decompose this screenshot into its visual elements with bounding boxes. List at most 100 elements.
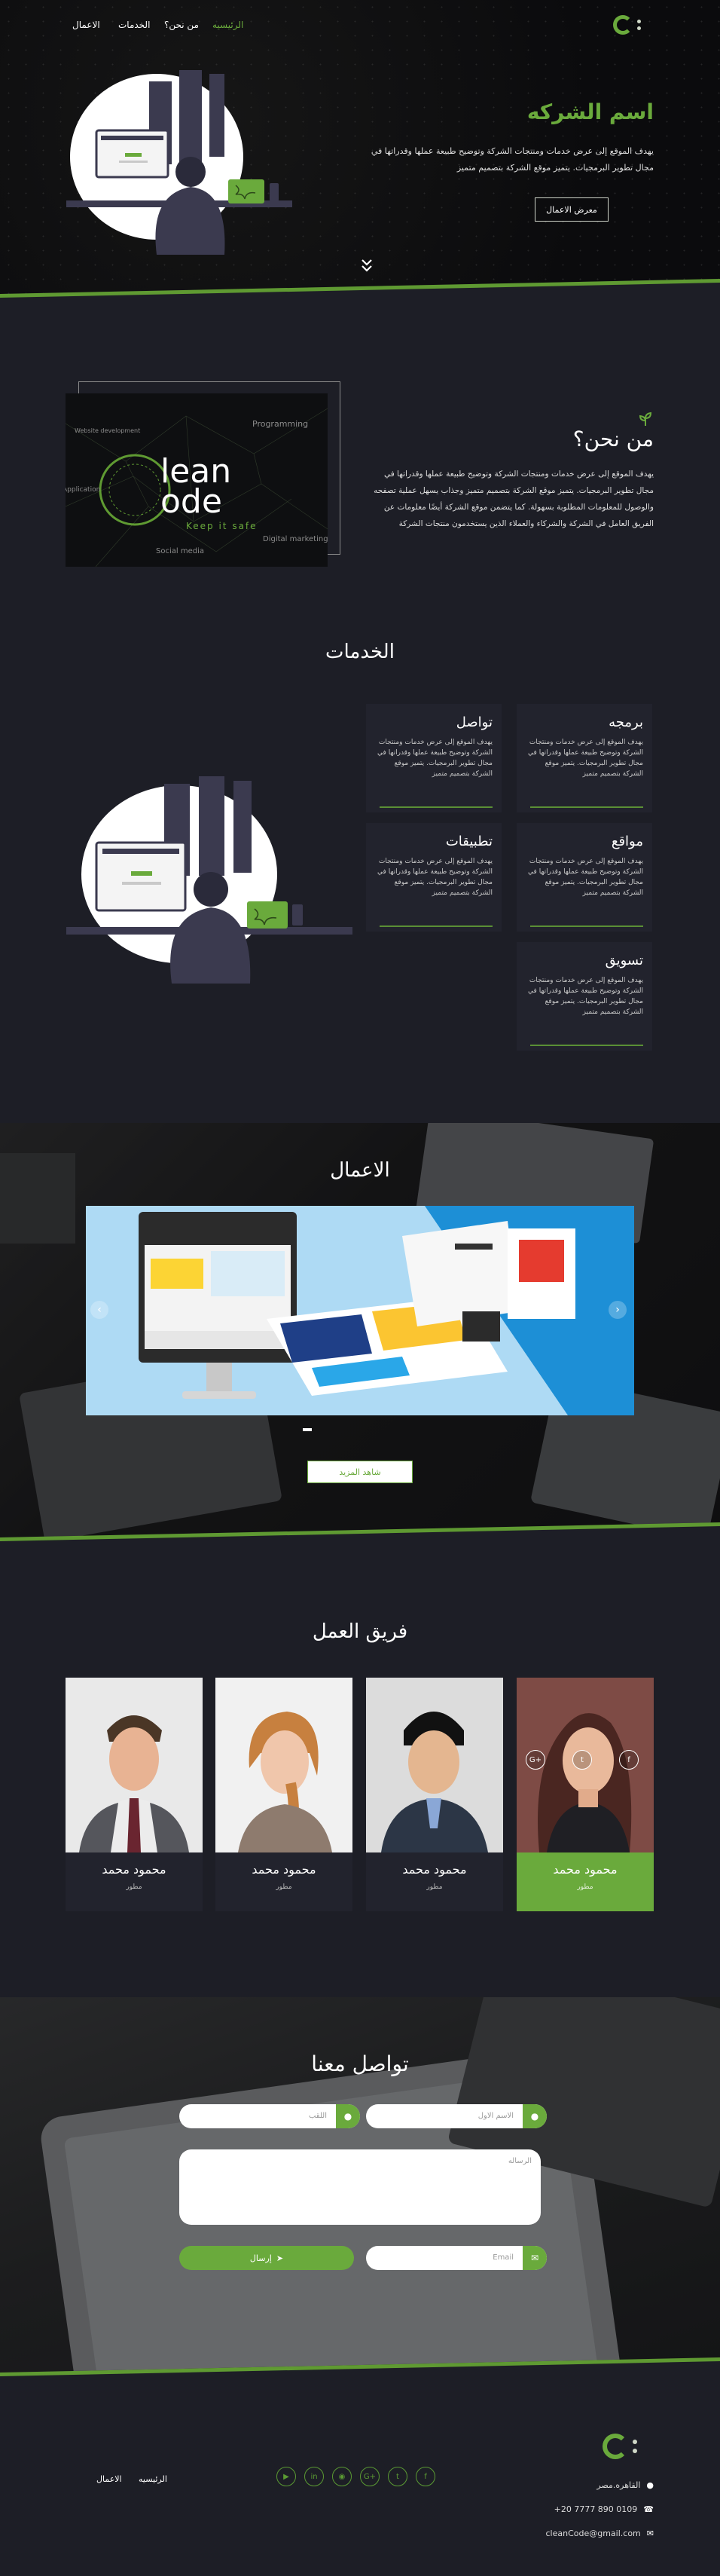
envelope-icon: ✉ (646, 2529, 654, 2538)
send-button[interactable]: إرسال ➤ (179, 2246, 354, 2270)
service-card-communication[interactable]: تواصل يهدف الموقع إلى عرض خدمات ومنتجات … (366, 704, 502, 812)
phone-text: +20 7777 890 0109 (554, 2504, 638, 2514)
service-card-underline (380, 925, 493, 927)
service-card-title: برمجه (609, 714, 643, 730)
team-member-card[interactable]: محمود محمد مطور (66, 1678, 203, 1911)
team-member-role: مطور (276, 1883, 292, 1891)
service-card-description: يهدف الموقع إلى عرض خدمات ومنتجات الشركة… (377, 739, 493, 778)
team-member-name: محمود محمد (252, 1862, 316, 1877)
logo-dot-icon (637, 20, 641, 23)
first-name-placeholder: الاسم الاول (477, 2112, 514, 2120)
hero-section: الرئيسيه من نحن؟ الخدمات الاعمال اسم الش… (0, 0, 720, 301)
service-card-title: تسويق (605, 953, 643, 968)
team-title: فريق العمل (312, 1620, 408, 1643)
hero-description: يهدف الموقع إلى عرض خدمات ومنتجات الشركة… (371, 146, 654, 173)
services-illustration (66, 776, 352, 984)
carousel-indicator[interactable] (303, 1428, 312, 1431)
logo-dot-icon (637, 26, 641, 30)
facebook-icon[interactable]: f (619, 1750, 639, 1770)
location-pin-icon: ● (646, 2480, 654, 2490)
team-member-photo (66, 1678, 203, 1852)
cleancode-graphic: lean ode Keep it safe Programming Websit… (66, 393, 328, 567)
about-image-word: Application (66, 486, 100, 494)
surname-field[interactable]: ● اللقب (179, 2104, 360, 2128)
about-description: يهدف الموقع إلى عرض خدمات ومنتجات الشركة… (374, 470, 654, 528)
logo-c-icon (603, 2434, 628, 2459)
google-plus-icon[interactable]: G+ (360, 2467, 380, 2486)
footer-link-works[interactable]: الاعمال (96, 2474, 122, 2484)
service-card-title: تطبيقات (445, 834, 493, 849)
about-image: lean ode Keep it safe Programming Websit… (66, 393, 328, 567)
about-image-word: Website development (75, 427, 140, 434)
first-name-field[interactable]: ● الاسم الاول (366, 2104, 547, 2128)
works-title: الاعمال (330, 1159, 390, 1182)
developer-illustration (66, 70, 292, 255)
footer-link-home[interactable]: الرئيسيه (139, 2474, 167, 2484)
facebook-icon[interactable]: f (416, 2467, 435, 2486)
nav-link-about[interactable]: من نحن؟ (164, 20, 199, 30)
team-member-socials: G+ t f (526, 1750, 639, 1770)
team-member-card[interactable]: محمود محمد مطور (366, 1678, 503, 1911)
service-card-underline (530, 806, 643, 808)
nav-link-home[interactable]: الرئيسيه (212, 20, 243, 30)
phone-icon: ☎ (643, 2504, 654, 2514)
carousel-prev-button[interactable]: ‹ (90, 1301, 108, 1319)
about-title: من نحن؟ (572, 427, 654, 451)
service-card-programming[interactable]: برمجه يهدف الموقع إلى عرض خدمات ومنتجات … (517, 704, 652, 812)
email-field[interactable]: ✉ Email (366, 2246, 547, 2270)
service-card-applications[interactable]: تطبيقات يهدف الموقع إلى عرض خدمات ومنتجا… (366, 823, 502, 932)
carousel-next-button[interactable]: › (609, 1301, 627, 1319)
team-member-name: محمود محمد (102, 1862, 166, 1877)
nav-link-works[interactable]: الاعمال (72, 20, 100, 30)
service-card-websites[interactable]: مواقع يهدف الموقع إلى عرض خدمات ومنتجات … (517, 823, 652, 932)
service-card-description: يهدف الموقع إلى عرض خدمات ومنتجات الشركة… (528, 858, 643, 897)
service-card-marketing[interactable]: تسويق يهدف الموقع إلى عرض خدمات ومنتجات … (517, 942, 652, 1051)
linkedin-icon[interactable]: in (304, 2467, 324, 2486)
message-field[interactable]: الرساله (179, 2149, 541, 2225)
team-member-name: محمود محمد (553, 1862, 618, 1877)
paper-plane-icon: ➤ (276, 2253, 284, 2263)
service-card-underline (530, 1045, 643, 1046)
service-card-description: يهدف الموقع إلى عرض خدمات ومنتجات الشركة… (528, 739, 643, 778)
team-member-photo (366, 1678, 503, 1852)
address-text: القاهره.مصر (596, 2480, 641, 2490)
footer-email: cleanCode@gmail.com ✉ (545, 2529, 654, 2538)
service-card-title: مواقع (611, 834, 643, 849)
sprout-icon (639, 411, 652, 426)
double-chevron-down-icon[interactable] (360, 258, 374, 274)
team-member-card[interactable]: محمود محمد مطور (215, 1678, 352, 1911)
footer-phone: +20 7777 890 0109 ☎ (554, 2504, 654, 2514)
google-plus-icon[interactable]: G+ (526, 1750, 545, 1770)
works-slide (86, 1206, 634, 1415)
works-slide-image (86, 1206, 634, 1415)
logo[interactable] (613, 15, 646, 38)
about-image-word: Social media (156, 547, 204, 555)
service-card-description: يهدف الموقع إلى عرض خدمات ومنتجات الشركة… (377, 858, 493, 897)
twitter-icon[interactable]: t (572, 1750, 592, 1770)
twitter-icon[interactable]: t (388, 2467, 407, 2486)
email-text[interactable]: cleanCode@gmail.com (545, 2529, 640, 2538)
about-image-word: Digital marketing (263, 535, 328, 543)
hero-title: اسم الشركه (526, 99, 654, 124)
youtube-icon[interactable]: ▶ (276, 2467, 296, 2486)
contact-title: تواصل معنا (311, 2051, 409, 2076)
service-card-underline (380, 806, 493, 808)
works-section: الاعمال ‹ › شاهد المزيد (0, 1123, 720, 1545)
user-icon: ● (523, 2104, 547, 2128)
portfolio-button[interactable]: معرض الاعمال (535, 197, 609, 222)
team-member-role: مطور (577, 1883, 593, 1891)
team-member-card[interactable]: G+ t f محمود محمد مطور (517, 1678, 654, 1911)
send-button-label: إرسال (249, 2253, 272, 2263)
team-member-photo (215, 1678, 352, 1852)
footer-address: القاهره.مصر ● (596, 2480, 654, 2490)
instagram-icon[interactable]: ◉ (332, 2467, 352, 2486)
nav-link-services[interactable]: الخدمات (118, 20, 150, 30)
team-member-role: مطور (426, 1883, 443, 1891)
footer-logo[interactable] (603, 2434, 648, 2464)
about-image-word: Programming (252, 419, 308, 429)
service-card-underline (530, 925, 643, 927)
see-more-button[interactable]: شاهد المزيد (307, 1461, 413, 1483)
email-placeholder: Email (493, 2253, 514, 2262)
surname-placeholder: اللقب (308, 2112, 327, 2120)
about-image-tagline: Keep it safe (186, 521, 258, 531)
